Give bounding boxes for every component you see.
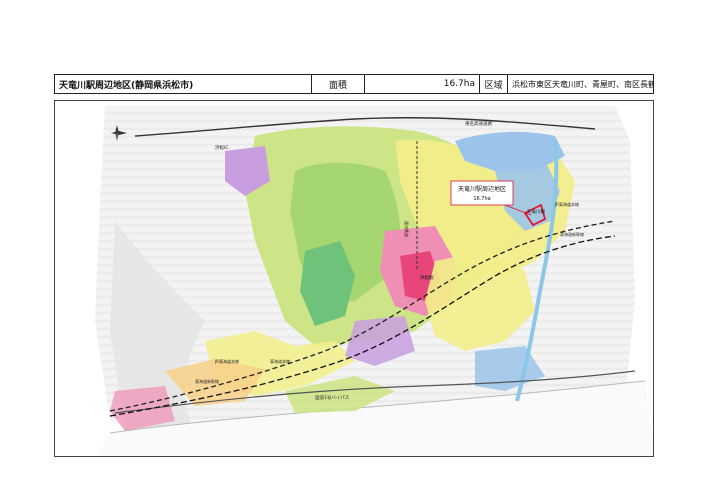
map-frame: 天竜川駅周辺地区 16.7ha 東名高速道路 浜松IC 天竜川駅 浜松駅 JR東… (54, 100, 654, 457)
label-tokaido-line: JR東海道本線 (554, 201, 579, 207)
callout-title: 天竜川駅周辺地区 (458, 185, 506, 193)
region-label: 区域 (480, 75, 508, 93)
callout-area: 16.7ha (473, 196, 490, 202)
label-shinkansen: 東海道新幹線 (560, 231, 584, 237)
label-tenryugawa-station: 天竜川駅 (527, 208, 545, 215)
label-interchange: 浜松IC (215, 144, 228, 151)
label-line-left-1: JR東海道本線 (214, 358, 239, 364)
area-value: 16.7ha (365, 75, 480, 93)
area-label: 面積 (312, 75, 365, 93)
label-line-left-2: 東海道新幹線 (195, 378, 219, 384)
label-line-bottom: 東海道本線 (270, 358, 290, 364)
label-hamamatsu-station: 浜松駅 (420, 274, 434, 281)
district-title: 天竜川駅周辺地区(静岡県浜松市) (55, 75, 312, 93)
region-value: 浜松市東区天竜川町、青屋町、南区長鶴町の一部 (512, 79, 653, 89)
info-header-table: 天竜川駅周辺地区(静岡県浜松市) 面積 16.7ha 区域 浜松市東区天竜川町、… (54, 74, 654, 94)
zoning-map: 天竜川駅周辺地区 16.7ha 東名高速道路 浜松IC 天竜川駅 浜松駅 JR東… (55, 101, 653, 456)
label-bypass: 国道1号バイパス (315, 394, 350, 401)
label-enshu-line: 遠州鉄道 (404, 221, 410, 237)
label-expressway: 東名高速道路 (465, 120, 492, 127)
